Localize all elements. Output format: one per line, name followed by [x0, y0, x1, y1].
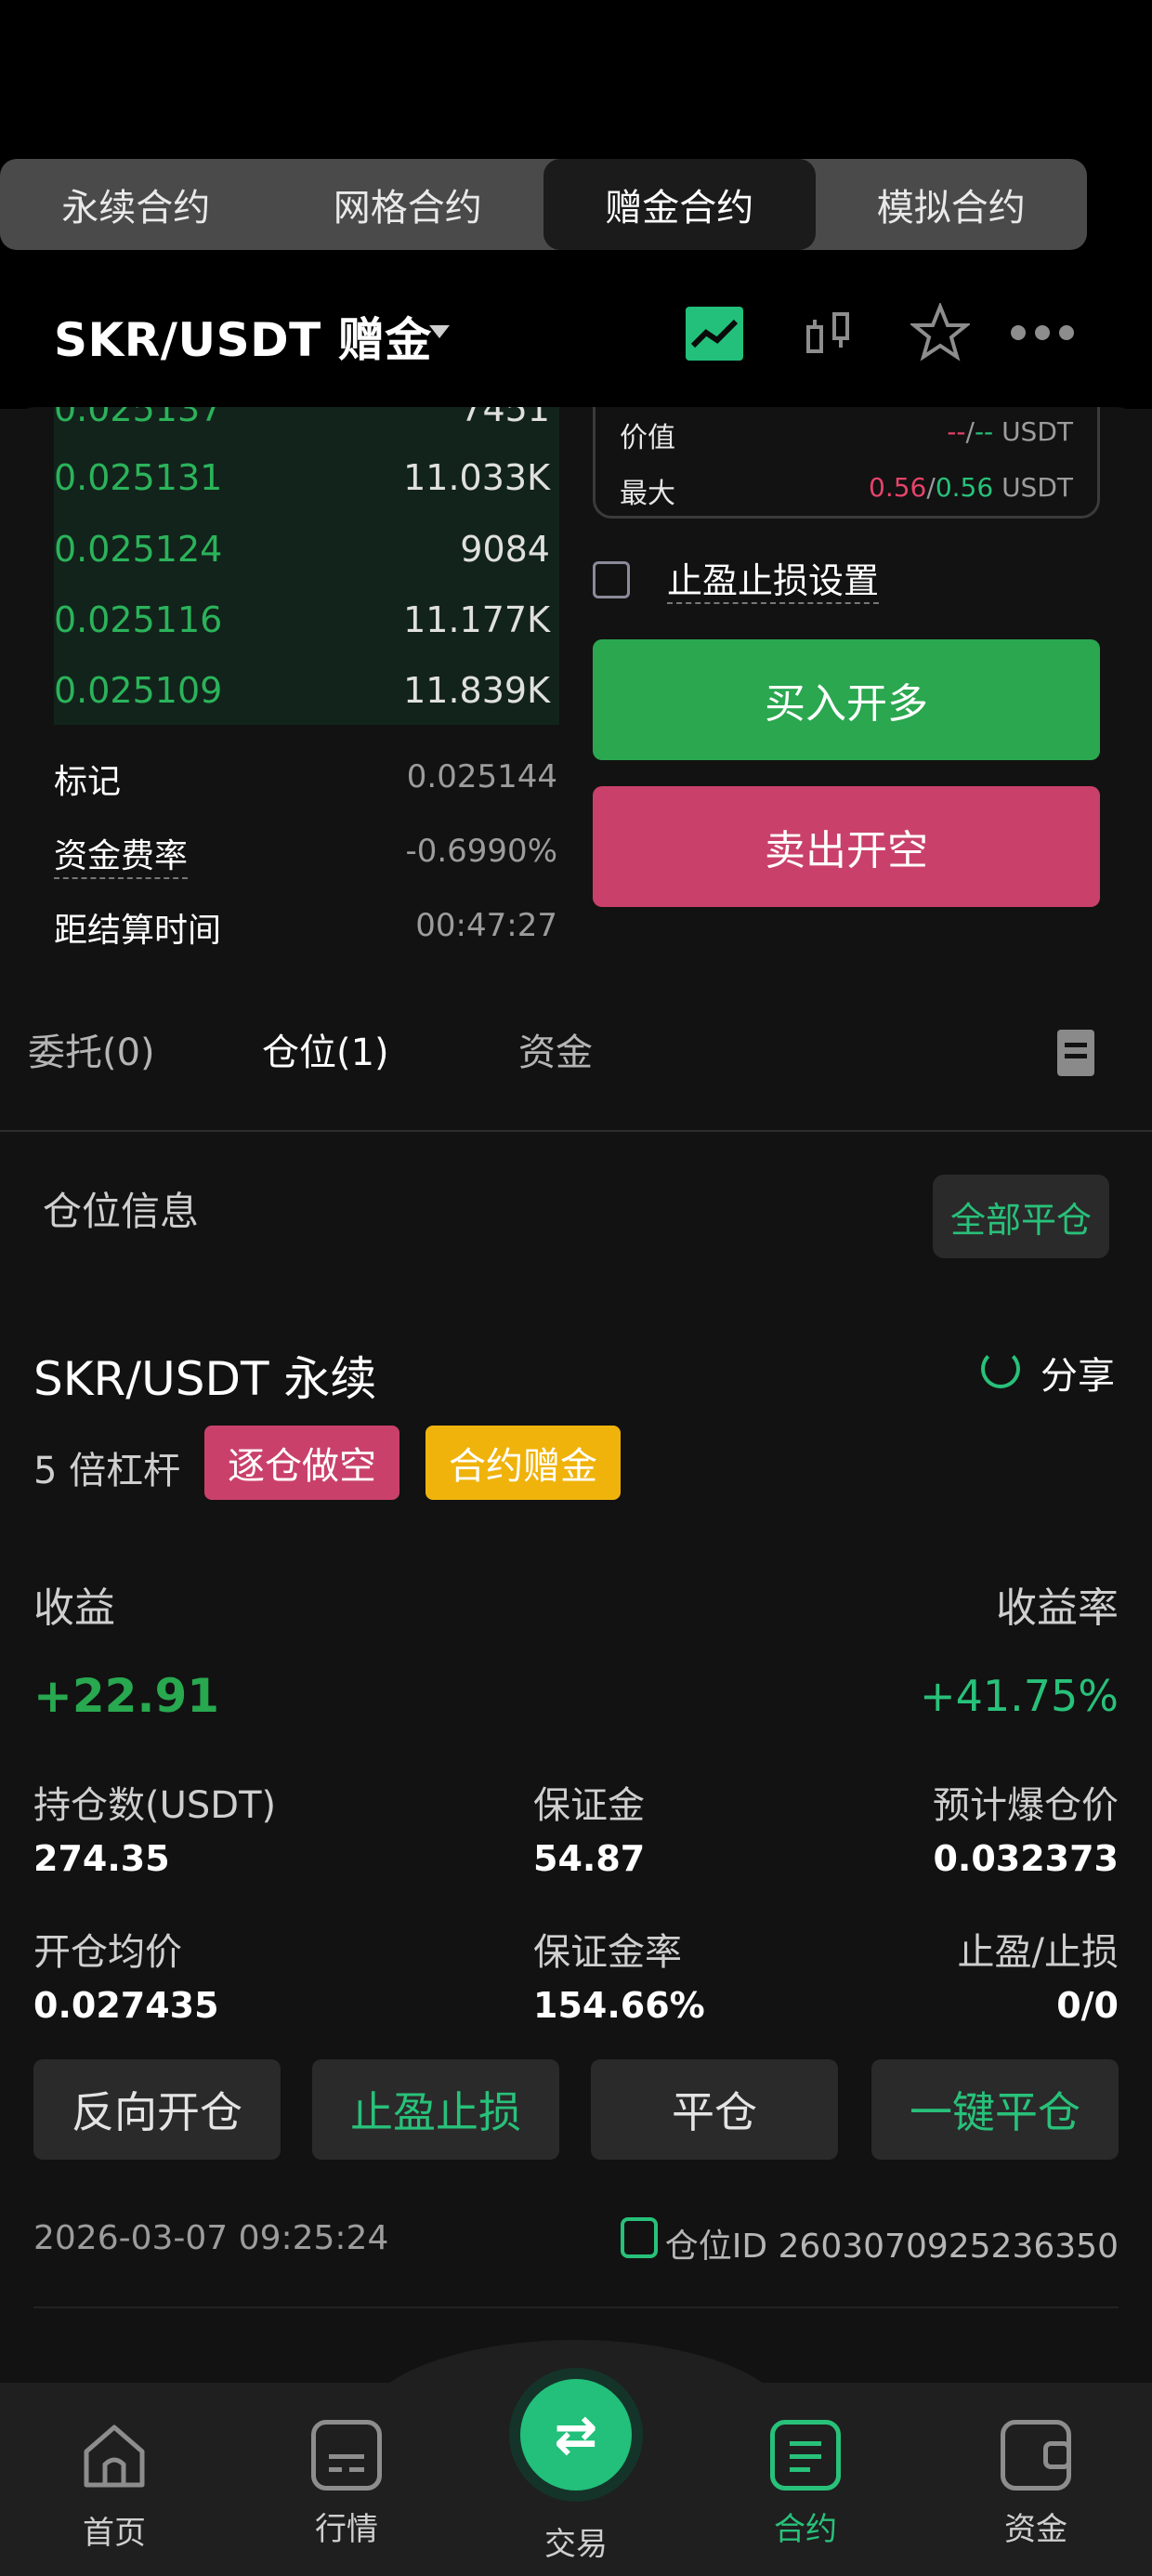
max-label: 最大	[620, 478, 675, 510]
tp-sl-label[interactable]: 止盈止损设置	[667, 559, 880, 604]
tp-sl-status-value: 0/0	[1056, 1985, 1119, 2026]
max-amount: 0.56/0.56 USDT	[869, 472, 1073, 503]
funding-rate-value: -0.6990%	[405, 833, 557, 870]
trade-swap-icon[interactable]: ⇄	[520, 2379, 632, 2491]
leverage-label: 5 倍杠杆	[33, 1450, 181, 1492]
pnl-label: 收益	[33, 1584, 115, 1632]
position-id: 仓位ID 2603070925236350	[664, 2228, 1119, 2266]
chart-icon[interactable]	[686, 307, 743, 361]
sell-short-button[interactable]: 卖出开空	[593, 786, 1100, 907]
document-icon[interactable]	[1057, 1030, 1094, 1076]
nav-trade[interactable]: 交易	[520, 2518, 632, 2564]
tab-orders[interactable]: 委托(0)	[28, 1022, 155, 1076]
tab-perpetual[interactable]: 永续合约	[0, 159, 272, 250]
tp-sl-status-label: 止盈/止损	[957, 1931, 1119, 1974]
pair-badge: 赠金	[337, 313, 432, 367]
order-book-row[interactable]: 0.025137 7451	[54, 407, 550, 437]
divider	[0, 1130, 1152, 1132]
more-icon[interactable]	[1009, 323, 1076, 342]
nav-market[interactable]: 行情	[277, 2420, 416, 2549]
settlement-time-value: 00:47:27	[415, 907, 557, 944]
nav-home[interactable]: 首页	[45, 2420, 184, 2553]
side-tag: 逐仓做空	[204, 1426, 399, 1500]
pair-symbol: SKR/USDT	[54, 313, 321, 367]
buy-long-button[interactable]: 买入开多	[593, 639, 1100, 760]
funding-rate-label[interactable]: 资金费率	[54, 829, 189, 879]
tab-funds[interactable]: 资金	[518, 1022, 593, 1076]
margin-value: 54.87	[533, 1838, 646, 1879]
position-symbol: SKR/USDT 永续	[33, 1352, 377, 1406]
contract-type-tabs: 永续合约 网格合约 赠金合约 模拟合约	[0, 159, 1087, 250]
divider	[33, 2307, 1119, 2308]
nav-label: 资金	[1004, 2511, 1067, 2548]
order-book-row[interactable]: 0.025124 9084	[54, 521, 550, 577]
value-label: 价值	[620, 422, 675, 454]
position-timestamp: 2026-03-07 09:25:24	[33, 2219, 389, 2257]
order-book-row[interactable]: 0.025116 11.177K	[54, 592, 550, 648]
margin-rate-label: 保证金率	[533, 1931, 682, 1974]
liq-price-label: 预计爆仓价	[933, 1784, 1119, 1827]
mark-price-value: 0.025144	[406, 758, 557, 795]
nav-label: 行情	[315, 2511, 378, 2548]
home-icon	[84, 2425, 145, 2488]
roe-label: 收益率	[996, 1584, 1119, 1632]
reverse-position-button[interactable]: 反向开仓	[33, 2059, 281, 2160]
pair-selector[interactable]: SKR/USDT 赠金	[54, 303, 432, 370]
trade-panel: 0.025137 7451 0.025131 11.033K 0.025124 …	[0, 407, 1152, 983]
contract-icon	[770, 2420, 841, 2491]
copy-icon[interactable]	[621, 2217, 658, 2258]
settlement-time-label: 距结算时间	[54, 912, 222, 950]
entry-price-label: 开仓均价	[33, 1931, 182, 1974]
nav-assets[interactable]: 资金	[966, 2420, 1106, 2549]
share-button[interactable]: 分享	[1041, 1346, 1115, 1400]
size-value: 274.35	[33, 1838, 170, 1879]
bonus-tag: 合约赠金	[425, 1426, 621, 1500]
tab-grid[interactable]: 网格合约	[272, 159, 544, 250]
value-amount: --/-- USDT	[947, 416, 1073, 447]
nav-label: 首页	[83, 2515, 146, 2552]
entry-price-value: 0.027435	[33, 1985, 219, 2026]
order-book-row[interactable]: 0.025109 11.839K	[54, 663, 550, 718]
order-book-row[interactable]: 0.025131 11.033K	[54, 450, 550, 506]
nav-contract[interactable]: 合约	[736, 2420, 875, 2549]
nav-label: 合约	[774, 2511, 837, 2548]
chevron-down-icon[interactable]	[429, 325, 450, 338]
margin-label: 保证金	[533, 1784, 645, 1827]
tp-sl-checkbox[interactable]	[593, 561, 630, 598]
tab-positions[interactable]: 仓位(1)	[262, 1022, 389, 1076]
share-icon[interactable]	[981, 1349, 1020, 1388]
position-section-title: 仓位信息	[43, 1189, 200, 1234]
roe-value: +41.75%	[920, 1671, 1119, 1721]
one-click-close-button[interactable]: 一键平仓	[871, 2059, 1119, 2160]
order-info-box: 价值 --/-- USDT 最大 0.56/0.56 USDT	[593, 407, 1100, 519]
pnl-value: +22.91	[33, 1669, 220, 1723]
wallet-icon	[1001, 2420, 1071, 2491]
close-position-button[interactable]: 平仓	[591, 2059, 838, 2160]
market-icon	[311, 2420, 382, 2491]
candlestick-icon[interactable]	[803, 307, 858, 362]
tab-bonus[interactable]: 赠金合约	[543, 159, 816, 250]
tab-demo[interactable]: 模拟合约	[816, 159, 1088, 250]
size-label: 持仓数(USDT)	[33, 1784, 277, 1827]
close-all-button[interactable]: 全部平仓	[933, 1175, 1109, 1258]
margin-rate-value: 154.66%	[533, 1985, 705, 2026]
star-icon[interactable]	[910, 303, 970, 362]
liq-price-value: 0.032373	[933, 1838, 1119, 1879]
tp-sl-button[interactable]: 止盈止损	[312, 2059, 559, 2160]
mark-price-label: 标记	[54, 763, 122, 801]
